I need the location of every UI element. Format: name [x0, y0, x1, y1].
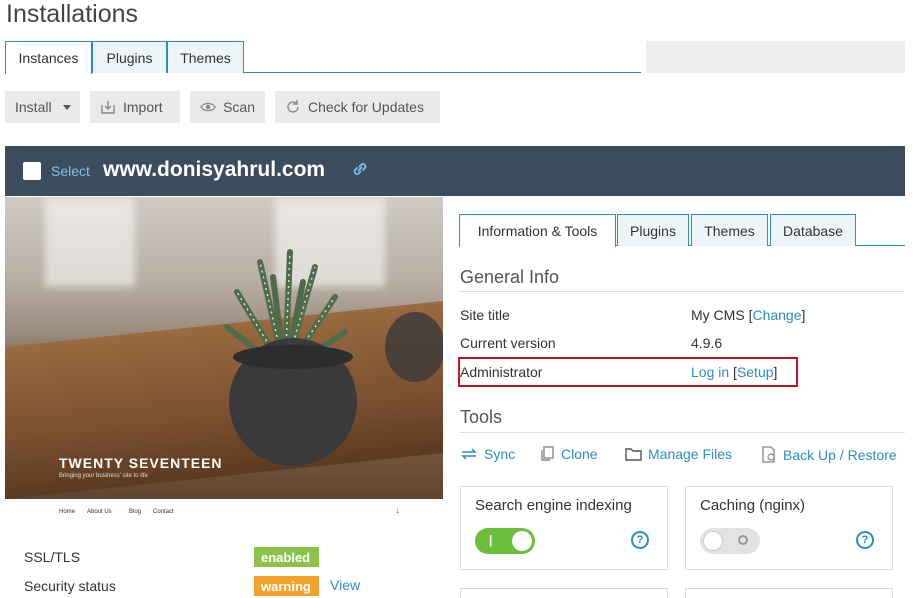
tab-themes[interactable]: Themes — [167, 41, 244, 73]
preview-nav-item: Contact — [153, 509, 174, 515]
clone-tool[interactable]: Clone — [539, 446, 598, 462]
external-link-icon[interactable] — [351, 160, 369, 178]
tab-themes-detail[interactable]: Themes — [691, 214, 768, 246]
select-link[interactable]: Select — [51, 163, 90, 179]
preview-nav: Home About Us Blog Contact ↓ — [5, 499, 443, 525]
preview-nav-item: About Us — [87, 509, 112, 515]
manage-files-tool[interactable]: Manage Files — [625, 446, 732, 462]
check-updates-button[interactable]: Check for Updates — [275, 91, 440, 123]
top-tabs-filler — [646, 41, 905, 73]
view-security-link[interactable]: View — [330, 577, 360, 593]
manage-files-label: Manage Files — [648, 446, 733, 462]
search-indexing-card: Search engine indexing | ? — [460, 486, 668, 570]
tab-information-tools[interactable]: Information & Tools — [459, 214, 616, 247]
tab-database[interactable]: Database — [770, 214, 856, 246]
sync-tool[interactable]: Sync — [460, 446, 515, 462]
preview-nav-item: Home — [59, 509, 76, 515]
site-preview-image[interactable]: TWENTY SEVENTEEN Bringing your business'… — [5, 197, 443, 499]
toggle-knob — [703, 531, 723, 551]
install-button-label: Install — [15, 99, 52, 115]
preview-theme-subtitle: Bringing your business' site to life — [59, 473, 148, 479]
folder-icon — [625, 448, 642, 461]
preview-nav-item: Blog — [129, 509, 142, 515]
site-title-label: Site title — [460, 307, 510, 323]
clone-icon — [541, 446, 554, 461]
security-status-badge: warning — [254, 576, 319, 596]
sync-icon — [461, 448, 477, 460]
select-checkbox[interactable] — [23, 162, 41, 180]
clone-label: Clone — [561, 446, 598, 462]
backup-icon — [762, 446, 775, 463]
administrator-highlight-box — [458, 357, 798, 387]
sync-label: Sync — [484, 446, 516, 462]
caret-down-icon — [62, 104, 71, 110]
site-title-text: My CMS — [691, 307, 745, 323]
caching-card: Caching (nginx) ? — [685, 486, 893, 570]
site-domain: www.donisyahrul.com — [103, 158, 326, 181]
ssl-label: SSL/TLS — [24, 549, 81, 565]
detail-tabs: Information & Tools Plugins Themes Datab… — [459, 214, 905, 247]
refresh-icon — [287, 100, 299, 113]
page-title: Installations — [6, 0, 139, 28]
caching-toggle[interactable] — [700, 528, 760, 554]
caching-label: Caching (nginx) — [700, 497, 806, 514]
plant-pot-illustration — [224, 249, 443, 466]
toggle-off-mark — [738, 535, 748, 545]
general-info-heading: General Info — [460, 267, 560, 287]
tools-heading: Tools — [460, 407, 503, 427]
arrow-down-icon: ↓ — [395, 505, 400, 516]
tab-instances[interactable]: Instances — [5, 41, 92, 74]
search-indexing-label: Search engine indexing — [475, 497, 632, 514]
backup-restore-tool[interactable]: Back Up / Restore — [761, 446, 897, 463]
top-tabs: Instances Plugins Themes — [5, 41, 641, 74]
help-icon[interactable]: ? — [631, 531, 649, 549]
section-divider — [459, 291, 905, 292]
toggle-knob — [512, 531, 532, 551]
current-version-label: Current version — [460, 335, 556, 351]
tab-plugins[interactable]: Plugins — [92, 41, 167, 73]
security-status-label: Security status — [24, 578, 116, 594]
scan-button[interactable]: Scan — [190, 91, 265, 123]
scan-button-label: Scan — [223, 99, 255, 115]
preview-theme-title: TWENTY SEVENTEEN — [59, 455, 223, 471]
eye-icon — [200, 102, 216, 112]
change-site-title-link[interactable]: Change — [752, 307, 801, 323]
import-button[interactable]: Import — [90, 91, 180, 123]
bracket-close: ] — [801, 307, 806, 323]
current-version-value: 4.9.6 — [691, 335, 723, 351]
check-updates-label: Check for Updates — [308, 99, 424, 115]
install-button[interactable]: Install — [5, 91, 80, 123]
site-header: Select www.donisyahrul.com — [5, 146, 905, 196]
site-title-value: My CMS [Change] — [691, 307, 805, 323]
import-icon — [101, 101, 115, 114]
section-divider — [459, 432, 905, 433]
search-indexing-toggle[interactable]: | — [475, 528, 535, 554]
help-icon[interactable]: ? — [856, 531, 874, 549]
import-button-label: Import — [123, 99, 163, 115]
tool-card-partial — [460, 588, 668, 598]
tab-plugins-detail[interactable]: Plugins — [617, 214, 689, 246]
ssl-status-badge: enabled — [254, 547, 319, 567]
backup-restore-label: Back Up / Restore — [783, 446, 897, 463]
tool-card-partial — [685, 588, 893, 598]
toggle-on-mark: | — [489, 533, 493, 547]
